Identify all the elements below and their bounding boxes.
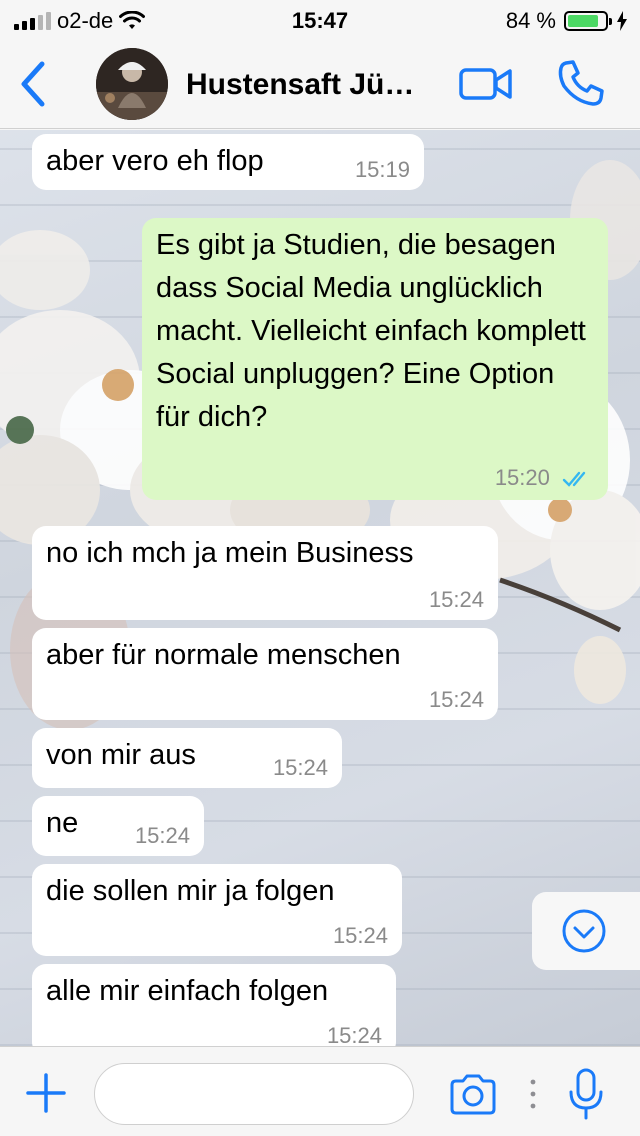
message-text: no ich mch ja mein Business bbox=[46, 537, 414, 569]
message-text: aber vero eh flop bbox=[46, 145, 264, 177]
charging-icon bbox=[617, 11, 627, 31]
message-text: Es gibt ja Studien, die besagen dass Soc… bbox=[156, 229, 586, 433]
message-time: 15:24 bbox=[272, 755, 328, 780]
read-receipt-icon bbox=[562, 471, 586, 487]
video-call-icon[interactable] bbox=[458, 62, 514, 106]
message-text: alle mir einfach folgen bbox=[46, 975, 329, 1007]
message-bubble-incoming[interactable]: die sollen mir ja folgen 15:24 bbox=[32, 864, 402, 956]
avatar[interactable] bbox=[96, 48, 168, 120]
message-time: 15:24 bbox=[428, 687, 484, 712]
message-bubble-incoming[interactable]: aber vero eh flop 15:19 bbox=[32, 134, 424, 190]
message-text: die sollen mir ja folgen bbox=[46, 875, 335, 907]
message-input[interactable] bbox=[94, 1063, 414, 1125]
battery-icon bbox=[564, 11, 612, 31]
message-time: 15:24 bbox=[428, 587, 484, 612]
message-text: ne bbox=[46, 807, 79, 839]
chat-header: Hustensaft Jü… bbox=[0, 40, 640, 129]
more-dots-icon bbox=[530, 1079, 536, 1109]
message-time: 15:20 bbox=[494, 465, 550, 490]
message-text: von mir aus bbox=[46, 739, 196, 771]
message-bubble-incoming[interactable]: ne 15:24 bbox=[32, 796, 204, 856]
phone-icon[interactable] bbox=[556, 58, 606, 108]
message-bubble-incoming[interactable]: aber für normale menschen 15:24 bbox=[32, 628, 498, 720]
message-time: 15:24 bbox=[134, 823, 190, 848]
message-bubble-incoming[interactable]: no ich mch ja mein Business 15:24 bbox=[32, 526, 498, 620]
message-text: aber für normale menschen bbox=[46, 639, 401, 671]
contact-name[interactable]: Hustensaft Jü… bbox=[186, 68, 436, 102]
chat-area[interactable]: aber vero eh flop 15:19 Es gibt ja Studi… bbox=[0, 130, 640, 1046]
message-time: 15:24 bbox=[332, 923, 388, 948]
message-time: 15:19 bbox=[354, 157, 410, 182]
status-bar: o2-de 15:47 84 % bbox=[0, 0, 640, 40]
message-bubble-incoming[interactable]: alle mir einfach folgen 15:24 bbox=[32, 964, 396, 1046]
back-chevron-icon[interactable] bbox=[14, 60, 54, 108]
message-time: 15:24 bbox=[326, 1023, 382, 1047]
message-meta: 15:20 bbox=[495, 466, 592, 490]
microphone-icon[interactable] bbox=[566, 1067, 606, 1121]
message-composer bbox=[0, 1046, 640, 1136]
message-bubble-outgoing[interactable]: Es gibt ja Studien, die besagen dass Soc… bbox=[142, 218, 608, 500]
battery-percent: 84 % bbox=[505, 8, 556, 33]
message-bubble-incoming[interactable]: von mir aus 15:24 bbox=[32, 728, 342, 788]
camera-icon[interactable] bbox=[448, 1073, 498, 1115]
chevron-down-circle-icon bbox=[562, 909, 606, 953]
scroll-to-bottom-button[interactable] bbox=[532, 892, 640, 970]
plus-icon[interactable] bbox=[26, 1073, 66, 1113]
